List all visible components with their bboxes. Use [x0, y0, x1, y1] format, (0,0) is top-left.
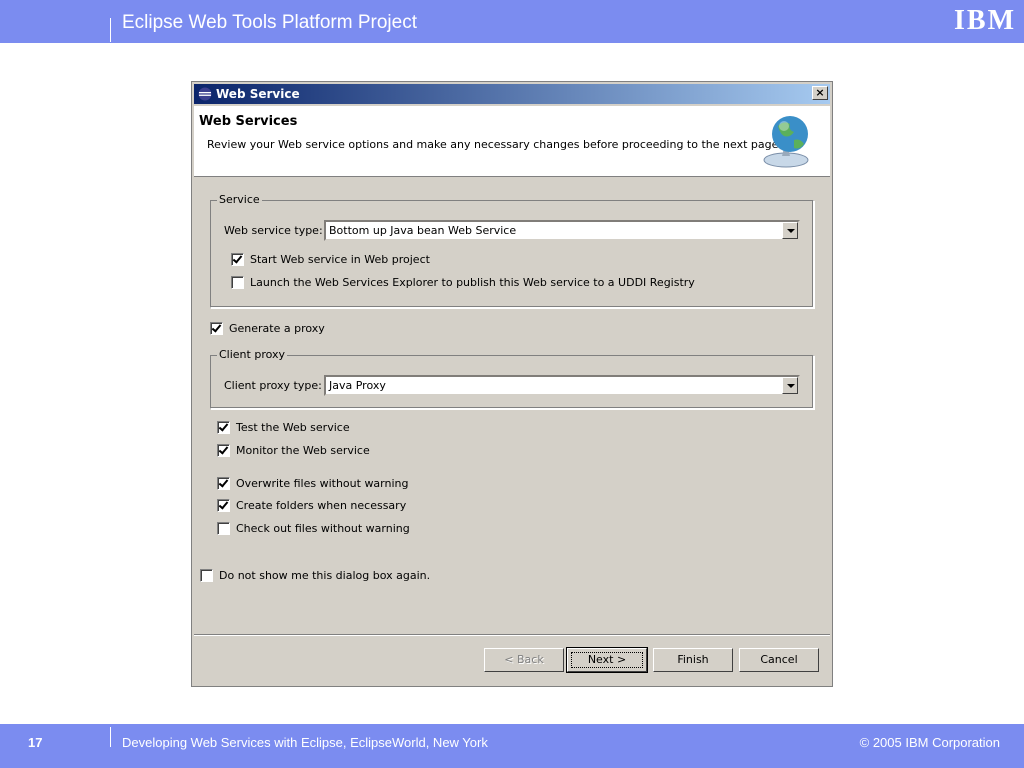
- slide-title: Eclipse Web Tools Platform Project: [122, 12, 417, 33]
- chevron-down-icon[interactable]: [782, 377, 798, 394]
- checkbox-label: Generate a proxy: [229, 322, 325, 335]
- checkbox-label: Overwrite files without warning: [236, 477, 409, 490]
- client-proxy-type-value: Java Proxy: [329, 379, 386, 392]
- wizard-banner: Web Services Review your Web service opt…: [194, 106, 830, 177]
- do-not-show-option[interactable]: Do not show me this dialog box again.: [200, 568, 460, 584]
- web-service-globe-icon: [763, 116, 809, 168]
- web-service-type-label: Web service type:: [224, 224, 323, 237]
- create-folders-option[interactable]: Create folders when necessary: [217, 498, 437, 514]
- service-group: Service Web service type: Bottom up Java…: [210, 193, 814, 308]
- web-service-dialog: Web Service × Web Services Review your W…: [191, 81, 833, 687]
- check-out-files-option[interactable]: Check out files without warning: [217, 521, 437, 537]
- ibm-logo: IBM: [954, 5, 1016, 36]
- launch-explorer-checkbox[interactable]: [231, 276, 244, 289]
- next-button[interactable]: Next >: [566, 647, 648, 673]
- client-proxy-type-label: Client proxy type:: [224, 379, 322, 392]
- monitor-web-service-option[interactable]: Monitor the Web service: [217, 443, 417, 459]
- test-web-service-checkbox[interactable]: [217, 421, 230, 434]
- client-proxy-group: Client proxy Client proxy type: Java Pro…: [210, 348, 814, 409]
- client-proxy-group-legend: Client proxy: [217, 348, 288, 361]
- copyright-text: © 2005 IBM Corporation: [859, 735, 1000, 750]
- check-out-files-checkbox[interactable]: [217, 522, 230, 535]
- start-in-web-project-checkbox[interactable]: [231, 253, 244, 266]
- dialog-title: Web Service: [216, 87, 300, 101]
- test-web-service-option[interactable]: Test the Web service: [217, 420, 417, 436]
- footer-divider: [110, 727, 111, 747]
- banner-description: Review your Web service options and make…: [207, 138, 782, 151]
- generate-proxy-option[interactable]: Generate a proxy: [210, 321, 410, 337]
- header-divider: [110, 18, 111, 42]
- checkbox-label: Launch the Web Services Explorer to publ…: [250, 276, 695, 289]
- checkbox-label: Test the Web service: [236, 421, 350, 434]
- slide-footer-text: Developing Web Services with Eclipse, Ec…: [122, 735, 488, 750]
- checkbox-label: Monitor the Web service: [236, 444, 370, 457]
- slide-footer: 17 Developing Web Services with Eclipse,…: [0, 724, 1024, 768]
- overwrite-files-checkbox[interactable]: [217, 477, 230, 490]
- banner-title: Web Services: [199, 114, 298, 129]
- start-in-web-project-option[interactable]: Start Web service in Web project: [231, 252, 531, 268]
- slide-header: Eclipse Web Tools Platform Project IBM: [0, 0, 1024, 43]
- back-button[interactable]: < Back: [484, 648, 564, 672]
- close-button[interactable]: ×: [812, 86, 828, 100]
- overwrite-files-option[interactable]: Overwrite files without warning: [217, 476, 437, 492]
- checkbox-label: Start Web service in Web project: [250, 253, 430, 266]
- dialog-titlebar: Web Service ×: [194, 84, 830, 104]
- eclipse-icon: [198, 87, 212, 101]
- create-folders-checkbox[interactable]: [217, 499, 230, 512]
- web-service-type-value: Bottom up Java bean Web Service: [329, 224, 517, 237]
- launch-explorer-option[interactable]: Launch the Web Services Explorer to publ…: [231, 275, 791, 291]
- button-bar-divider: [194, 634, 830, 636]
- checkbox-label: Do not show me this dialog box again.: [219, 569, 431, 582]
- checkbox-label: Check out files without warning: [236, 522, 410, 535]
- web-service-type-select[interactable]: Bottom up Java bean Web Service: [324, 220, 800, 241]
- monitor-web-service-checkbox[interactable]: [217, 444, 230, 457]
- checkbox-label: Create folders when necessary: [236, 499, 407, 512]
- do-not-show-checkbox[interactable]: [200, 569, 213, 582]
- client-proxy-type-select[interactable]: Java Proxy: [324, 375, 800, 396]
- slide-page-number: 17: [28, 735, 43, 750]
- cancel-button[interactable]: Cancel: [739, 648, 819, 672]
- service-group-legend: Service: [217, 193, 262, 206]
- finish-button[interactable]: Finish: [653, 648, 733, 672]
- focus-ring: [571, 652, 643, 668]
- generate-proxy-checkbox[interactable]: [210, 322, 223, 335]
- chevron-down-icon[interactable]: [782, 222, 798, 239]
